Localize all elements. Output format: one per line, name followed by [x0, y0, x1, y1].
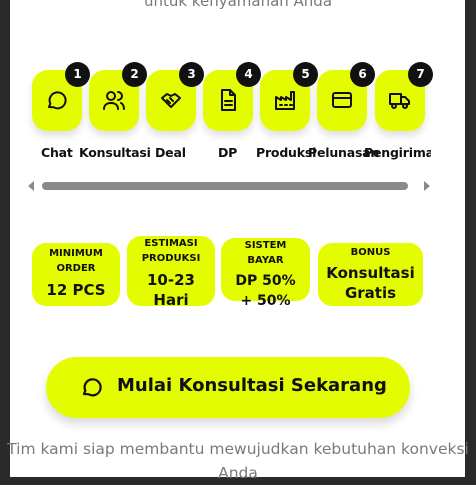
document-icon	[221, 89, 236, 111]
info-card-minimum-order: MINIMUM ORDER 12 PCS	[32, 243, 120, 306]
step-label-dp: DP	[218, 145, 238, 160]
info-caption: BONUS	[350, 247, 391, 258]
step-number: 3	[179, 62, 204, 87]
scrollbar-thumb[interactable]	[42, 182, 408, 190]
info-card-sistem-bayar: SISTEM BAYAR DP 50% + 50%	[221, 238, 310, 309]
steps-scrollbar[interactable]	[28, 180, 430, 192]
step-number: 6	[350, 62, 375, 87]
page-edge	[465, 0, 476, 477]
info-value: 12 PCS	[46, 281, 106, 299]
start-consultation-button[interactable]: Mulai Konsultasi Sekarang	[46, 357, 410, 418]
card-icon	[332, 92, 352, 108]
info-value: DP 50% + 50%	[235, 273, 296, 309]
step-number: 2	[122, 62, 147, 87]
step-konsultasi[interactable]: 2	[89, 62, 147, 131]
step-number: 7	[408, 62, 433, 87]
scroll-left-arrow[interactable]	[28, 181, 34, 191]
truck-icon	[389, 93, 410, 109]
users-icon	[103, 91, 125, 110]
chat-icon	[48, 91, 67, 110]
step-label-clip: Pengiriman	[364, 140, 431, 162]
info-value: Konsultasi Gratis	[326, 264, 415, 302]
factory-icon	[275, 91, 295, 110]
section-subtitle: untuk kenyamanan Anda	[143, 0, 333, 10]
step-number: 1	[65, 62, 90, 87]
scroll-right-arrow[interactable]	[424, 181, 430, 191]
footer-text: Tim kami siap membantu mewujudkan kebutu…	[7, 440, 469, 482]
info-caption: ESTIMASI PRODUKSI	[141, 238, 201, 264]
info-caption: SISTEM BAYAR	[244, 240, 287, 266]
step-deal[interactable]: 3	[146, 62, 204, 131]
step-pelunasan[interactable]: 6	[317, 62, 375, 131]
cta-label: Mulai Konsultasi Sekarang	[117, 375, 387, 396]
step-chat[interactable]: 1	[32, 62, 90, 131]
info-card-estimasi-produksi: ESTIMASI PRODUKSI 10-23 Hari	[127, 236, 215, 309]
info-caption: MINIMUM ORDER	[49, 248, 103, 274]
step-label-pengiriman: Pengiriman	[364, 145, 431, 160]
step-label-chat: Chat	[41, 145, 73, 160]
info-value: 10-23 Hari	[147, 271, 195, 309]
step-pengiriman[interactable]: 7	[375, 62, 433, 131]
step-label-deal: Deal	[155, 145, 186, 160]
step-number: 5	[293, 62, 318, 87]
handshake-icon	[161, 93, 181, 108]
step-number: 4	[236, 62, 261, 87]
chat-icon	[82, 378, 102, 397]
step-label-konsultasi: Konsultasi	[79, 145, 151, 160]
step-dp[interactable]: 4	[203, 62, 261, 131]
step-produksi[interactable]: 5	[260, 62, 318, 131]
info-card-bonus: BONUS Konsultasi Gratis	[318, 243, 423, 306]
